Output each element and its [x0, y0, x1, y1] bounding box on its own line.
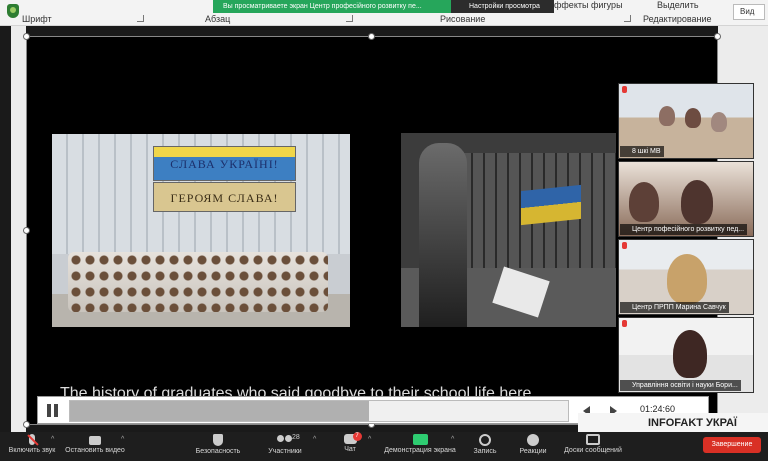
- muted-mic-icon: [622, 86, 627, 93]
- damaged-school-photo: [401, 133, 616, 327]
- resize-handle-tc[interactable]: [368, 33, 375, 40]
- participant-name: Центр пофесійного розвитку пед...: [620, 224, 748, 235]
- viewing-share-banner: Вы просматриваете экран Центр професійно…: [213, 0, 451, 13]
- whiteboards-button[interactable]: Доски сообщений: [560, 432, 626, 461]
- participants-icon: [277, 434, 293, 446]
- participant-person: [629, 182, 659, 222]
- resize-handle-tl[interactable]: [23, 33, 30, 40]
- muted-mic-icon: [622, 242, 627, 249]
- resize-handle-tr[interactable]: [714, 33, 721, 40]
- shape-effects-button[interactable]: ффекты фигуры: [554, 0, 623, 10]
- ribbon-group-drawing[interactable]: Рисование: [440, 14, 485, 24]
- participant-name: 8 шкі МВ: [620, 146, 664, 157]
- muted-mic-icon: [622, 320, 627, 327]
- share-screen-button[interactable]: Демонстрация экрана: [380, 432, 460, 461]
- camera-icon: [89, 436, 101, 445]
- chevron-up-icon[interactable]: ^: [313, 436, 316, 443]
- record-label: Запись: [473, 448, 497, 455]
- drawing-launcher-icon[interactable]: [624, 15, 631, 22]
- stop-video-button[interactable]: Остановить видео: [62, 432, 128, 461]
- participant-person: [667, 254, 707, 304]
- chevron-up-icon[interactable]: ^: [51, 436, 54, 443]
- pause-icon[interactable]: [47, 404, 59, 417]
- chat-unread-badge: 7: [352, 432, 362, 441]
- graduates-crowd: [68, 252, 328, 312]
- ribbon-group-font[interactable]: Шрифт: [22, 14, 52, 24]
- infofakt-watermark: INFOFAKT УКРАЇ: [578, 413, 768, 433]
- chat-button[interactable]: 7 Чат: [336, 432, 364, 461]
- participant-person: [685, 108, 701, 128]
- stop-video-label: Остановить видео: [65, 447, 125, 454]
- participant-tile[interactable]: Центр пофесійного розвитку пед...: [618, 161, 754, 237]
- view-button[interactable]: Вид: [733, 4, 765, 20]
- view-settings-button[interactable]: Настройки просмотра: [451, 0, 554, 13]
- record-button[interactable]: Запись: [468, 432, 502, 461]
- reactions-icon: [527, 434, 539, 446]
- ppt-ribbon: Шрифт Абзац Рисование Редактирование ффе…: [0, 0, 768, 26]
- chevron-up-icon[interactable]: ^: [368, 436, 371, 443]
- security-button[interactable]: Безопасность: [190, 432, 246, 461]
- participant-person: [659, 106, 675, 126]
- participant-tile[interactable]: Центр ПРПП Марина Савчук: [618, 239, 754, 315]
- participant-name: Центр ПРПП Марина Савчук: [620, 302, 729, 313]
- security-label: Безопасность: [195, 448, 241, 455]
- graduates-photo: СЛАВА УКРАЇНІ! ГЕРОЯМ СЛАВА!: [52, 134, 350, 327]
- end-meeting-button[interactable]: Завершение: [703, 437, 761, 453]
- paragraph-launcher-icon[interactable]: [346, 15, 353, 22]
- font-launcher-icon[interactable]: [137, 15, 144, 22]
- resize-handle-ml[interactable]: [23, 227, 30, 234]
- banner-slava-ukraini: СЛАВА УКРАЇНІ!: [153, 146, 296, 181]
- meeting-toolbar: Включить звук ^ Остановить видео ^ Безоп…: [0, 432, 768, 461]
- share-screen-icon: [412, 434, 428, 445]
- participants-label: Участники: [268, 448, 302, 455]
- reactions-label: Реакции: [519, 448, 547, 455]
- ribbon-group-editing[interactable]: Редактирование: [643, 14, 712, 24]
- ribbon-group-paragraph[interactable]: Абзац: [205, 14, 230, 24]
- participant-name: Управління освіти і науки Бори...: [620, 380, 741, 391]
- participant-person: [673, 330, 707, 378]
- zoom-screen-share-window: Шрифт Абзац Рисование Редактирование ффе…: [0, 0, 768, 461]
- whiteboard-icon: [586, 434, 600, 445]
- unmute-label: Включить звук: [8, 447, 56, 454]
- ukrainian-flag: [521, 184, 581, 226]
- video-progress-fill: [70, 401, 369, 421]
- muted-mic-icon: [29, 434, 35, 445]
- monument-statue: [419, 143, 467, 327]
- chevron-up-icon[interactable]: ^: [121, 436, 124, 443]
- participant-person: [711, 112, 727, 132]
- reactions-button[interactable]: Реакции: [516, 432, 550, 461]
- video-progress-bar[interactable]: [69, 400, 569, 422]
- participant-tile[interactable]: 8 шкі МВ: [618, 83, 754, 159]
- participant-gallery: 8 шкі МВ Центр пофесійного розвитку пед.…: [618, 83, 754, 393]
- resize-handle-bl[interactable]: [23, 421, 30, 428]
- shield-icon: [213, 434, 223, 446]
- chat-icon: 7: [343, 432, 362, 444]
- participants-button[interactable]: Участники: [262, 432, 308, 461]
- participant-tile[interactable]: Управління освіти і науки Бори...: [618, 317, 754, 393]
- participant-count: 28: [292, 434, 300, 441]
- chat-label: Чат: [344, 446, 356, 453]
- chevron-up-icon[interactable]: ^: [451, 436, 454, 443]
- whiteboards-label: Доски сообщений: [564, 447, 622, 454]
- participant-person: [681, 180, 713, 224]
- select-button[interactable]: Выделить: [657, 0, 699, 10]
- banner-heroyam-slava: ГЕРОЯМ СЛАВА!: [153, 182, 296, 212]
- record-icon: [479, 434, 491, 446]
- share-screen-label: Демонстрация экрана: [384, 447, 456, 454]
- security-shield-icon: [7, 4, 19, 18]
